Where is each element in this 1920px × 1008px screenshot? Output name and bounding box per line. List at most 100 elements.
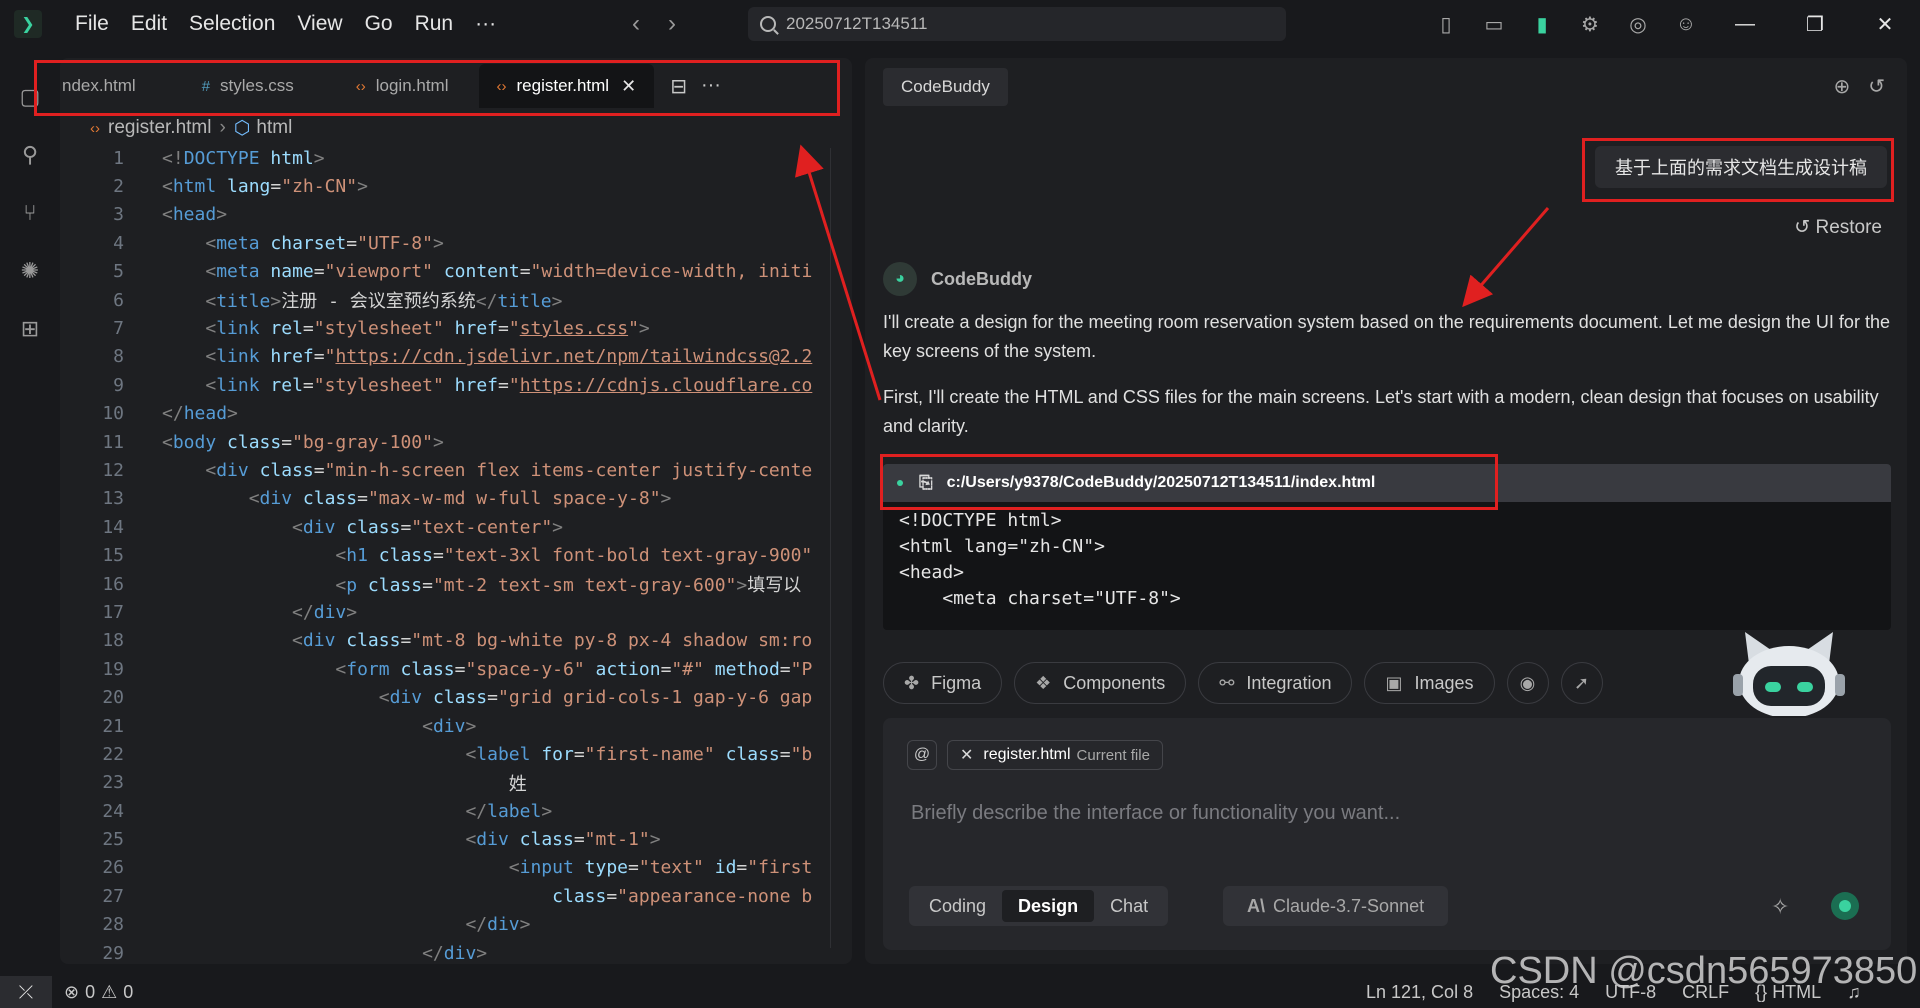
enhance-prompt-icon[interactable]: ✧ bbox=[1771, 894, 1789, 920]
html-icon: ‹› bbox=[496, 77, 507, 95]
remove-context-icon[interactable]: ✕ bbox=[960, 745, 973, 765]
code-line: 14 <div class="text-center"> bbox=[60, 513, 852, 541]
settings-gear-icon[interactable]: ⚙ bbox=[1576, 10, 1604, 38]
debug-icon[interactable]: ✺ bbox=[0, 242, 60, 300]
line-number: 22 bbox=[102, 743, 124, 765]
remote-indicator-icon[interactable]: ⤫ bbox=[0, 976, 52, 1008]
model-selector[interactable]: A\ Claude-3.7-Sonnet bbox=[1223, 886, 1449, 926]
code-line: 29 </div> bbox=[60, 939, 852, 964]
history-icon[interactable]: ↺ bbox=[1868, 74, 1885, 99]
mode-switch: Coding Design Chat bbox=[909, 886, 1169, 926]
line-number: 14 bbox=[102, 516, 124, 538]
back-arrow-icon[interactable]: ‹ bbox=[632, 10, 640, 38]
browser-icon[interactable]: ◎ bbox=[1624, 10, 1652, 38]
chat-prompt-input[interactable] bbox=[911, 798, 1851, 828]
mode-coding[interactable]: Coding bbox=[913, 890, 1002, 922]
problems-indicator[interactable]: ⊗ 0 ⚠ 0 bbox=[64, 982, 133, 1003]
restore-button[interactable]: ↺ Restore bbox=[1794, 216, 1882, 239]
menu-more[interactable]: ··· bbox=[464, 12, 507, 36]
code-line: 1 <!DOCTYPE html> bbox=[60, 144, 852, 172]
mode-chat[interactable]: Chat bbox=[1094, 890, 1164, 922]
mascot-eye bbox=[1797, 682, 1813, 692]
toggle-panel-icon[interactable]: ▭ bbox=[1480, 10, 1508, 38]
code-line: 24 </label> bbox=[60, 797, 852, 825]
code-block-body: <!DOCTYPE html> <html lang="zh-CN"> <hea… bbox=[899, 510, 1181, 609]
preview-chip[interactable]: ◉ bbox=[1506, 662, 1549, 704]
minimap-divider bbox=[830, 148, 831, 948]
new-chat-icon[interactable]: ⊕ bbox=[1833, 74, 1850, 99]
code-line: 11 <body class="bg-gray-100"> bbox=[60, 428, 852, 456]
menu-view[interactable]: View bbox=[286, 12, 353, 36]
components-chip[interactable]: ❖ Components bbox=[1014, 662, 1187, 704]
layout-controls: ▯ ▭ ▮ ⚙ ◎ ☺ bbox=[1432, 10, 1700, 38]
minimize-icon[interactable]: — bbox=[1710, 0, 1780, 48]
code-line: 23 姓 bbox=[60, 769, 852, 797]
split-editor-icon[interactable]: ⊟ bbox=[670, 74, 687, 99]
integration-chip[interactable]: ⚯ Integration bbox=[1198, 662, 1353, 704]
search-view-icon[interactable]: ⚲ bbox=[0, 126, 60, 184]
close-tab-icon[interactable]: ✕ bbox=[621, 76, 636, 97]
chat-session-tag[interactable]: CodeBuddy bbox=[883, 68, 1008, 106]
line-number: 17 bbox=[102, 601, 124, 623]
code-block-header[interactable]: ⎘ c:/Users/y9378/CodeBuddy/20250712T1345… bbox=[883, 464, 1891, 502]
menu-go[interactable]: Go bbox=[354, 12, 404, 36]
menu-selection[interactable]: Selection bbox=[178, 12, 286, 36]
context-file-sub: Current file bbox=[1076, 746, 1150, 764]
toggle-primary-sidebar-icon[interactable]: ▯ bbox=[1432, 10, 1460, 38]
menu-run[interactable]: Run bbox=[404, 12, 465, 36]
line-number: 4 bbox=[113, 232, 124, 254]
more-actions-icon[interactable]: ··· bbox=[701, 74, 721, 99]
code-line: 22 <label for="first-name" class="b bbox=[60, 740, 852, 768]
close-window-icon[interactable]: ✕ bbox=[1850, 0, 1920, 48]
forward-arrow-icon[interactable]: › bbox=[668, 10, 676, 38]
command-center-search[interactable]: 20250712T134511 bbox=[748, 7, 1286, 41]
chip-label: Components bbox=[1063, 672, 1166, 693]
error-count: 0 bbox=[85, 981, 96, 1002]
toggle-secondary-sidebar-icon[interactable]: ▮ bbox=[1528, 10, 1556, 38]
restore-label: Restore bbox=[1815, 217, 1882, 238]
app-logo-icon: ❯ bbox=[14, 10, 42, 38]
code-editor[interactable]: 1 <!DOCTYPE html> 2 <html lang="zh-CN"> 3 <… bbox=[60, 144, 852, 964]
code-line: 21 <div> bbox=[60, 712, 852, 740]
source-control-icon[interactable]: ⑂ bbox=[0, 184, 60, 242]
codebuddy-chat-panel: CodeBuddy ⊕ ↺ 基于上面的需求文档生成设计稿 ↺ Restore ◕… bbox=[865, 58, 1907, 964]
deploy-chip[interactable]: ➚ bbox=[1560, 662, 1603, 704]
line-number: 26 bbox=[102, 857, 124, 879]
code-block: ⎘ c:/Users/y9378/CodeBuddy/20250712T1345… bbox=[883, 464, 1891, 630]
extensions-icon[interactable]: ⊞ bbox=[0, 300, 60, 358]
tab-login-html[interactable]: ‹› login.html bbox=[338, 64, 467, 108]
line-number: 13 bbox=[102, 488, 124, 510]
tab-register-html[interactable]: ‹› register.html ✕ bbox=[478, 64, 655, 108]
menu-file[interactable]: File bbox=[64, 12, 120, 36]
tab-styles-css[interactable]: # styles.css bbox=[184, 64, 312, 108]
tab-label: register.html bbox=[516, 76, 610, 95]
images-chip[interactable]: ▣ Images bbox=[1364, 662, 1495, 704]
tab-bar: ndex.html # styles.css ‹› login.html ‹› … bbox=[60, 58, 852, 114]
bot-message-paragraph: I'll create a design for the meeting roo… bbox=[883, 312, 1890, 361]
breadcrumb-node[interactable]: html bbox=[256, 117, 292, 139]
mode-design[interactable]: Design bbox=[1002, 890, 1095, 922]
code-line: 6 <title>注册 - 会议室预约系统</title> bbox=[60, 286, 852, 314]
account-icon[interactable]: ☺ bbox=[1672, 10, 1700, 38]
send-button[interactable] bbox=[1831, 892, 1859, 920]
context-file-chip[interactable]: ✕ register.html Current file bbox=[947, 740, 1163, 770]
user-message: 基于上面的需求文档生成设计稿 bbox=[1595, 146, 1887, 188]
integration-icon: ⚯ bbox=[1219, 672, 1235, 693]
file-code-icon: ⎘ bbox=[919, 473, 933, 492]
tab-label: styles.css bbox=[220, 76, 294, 95]
mascot-headphone bbox=[1733, 674, 1743, 696]
context-bar: @ ✕ register.html Current file bbox=[907, 740, 1163, 770]
line-number: 8 bbox=[113, 346, 124, 368]
restore-icon[interactable]: ❐ bbox=[1780, 0, 1850, 48]
chip-label: Images bbox=[1414, 672, 1474, 693]
tab-index-html[interactable]: ndex.html bbox=[60, 64, 154, 108]
figma-chip[interactable]: ✤ Figma bbox=[883, 662, 1003, 704]
mention-button[interactable]: @ bbox=[907, 740, 937, 770]
mascot-eye bbox=[1765, 682, 1781, 692]
breadcrumb-file[interactable]: register.html bbox=[108, 117, 211, 139]
menu-edit[interactable]: Edit bbox=[120, 12, 178, 36]
title-bar: ❯ File Edit Selection View Go Run ··· ‹ … bbox=[0, 0, 1920, 48]
cursor-position[interactable]: Ln 121, Col 8 bbox=[1366, 982, 1473, 1003]
line-number: 3 bbox=[113, 204, 124, 226]
explorer-icon[interactable]: ▢ bbox=[0, 68, 60, 126]
